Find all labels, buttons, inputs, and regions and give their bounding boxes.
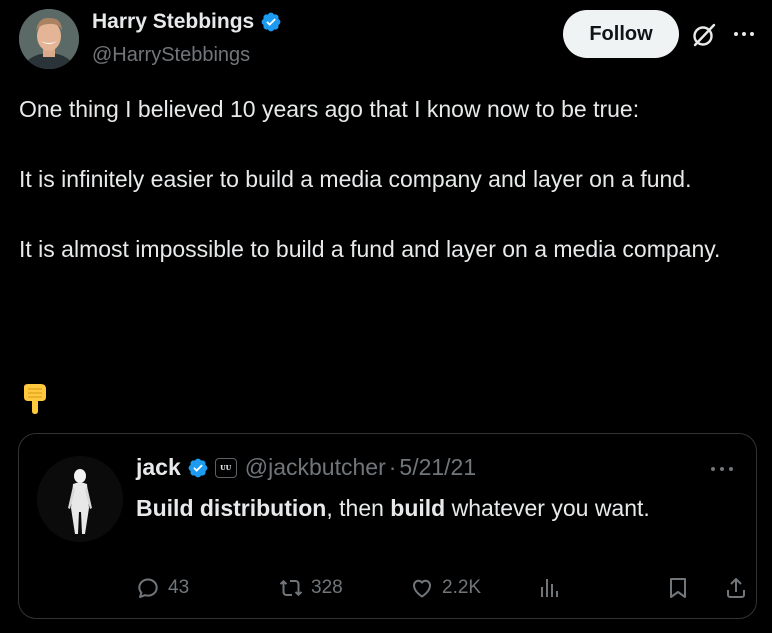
quoted-tweet-date[interactable]: 5/21/21 [399,454,476,481]
like-count: 2.2K [442,577,482,598]
reply-button[interactable]: 43 [136,576,189,600]
follow-button[interactable]: Follow [563,10,679,58]
quoted-tweet-card[interactable]: jack ᴜᴜ @jackbutcher · 5/21/21 Build dis… [18,433,757,619]
quoted-text-normal: whatever you want. [445,495,650,521]
tweet-text: One thing I believed 10 years ago that I… [19,92,749,267]
quoted-author-name[interactable]: jack [136,454,181,481]
tweet-paragraph: One thing I believed 10 years ago that I… [19,96,640,122]
quoted-author-avatar-image [37,456,123,542]
quoted-author-avatar[interactable] [37,456,123,542]
bookmark-icon [670,578,686,598]
share-button[interactable] [724,576,748,600]
quoted-action-bar: 43 328 2.2K [136,576,745,606]
affiliate-badge[interactable]: ᴜᴜ [214,457,237,478]
reply-count: 43 [168,577,190,598]
author-avatar-image [19,9,79,69]
author-name[interactable]: Harry Stebbings [92,10,254,34]
quoted-tweet-text: Build distribution, then build whatever … [136,490,736,527]
views-chart-icon [541,579,558,597]
grok-icon[interactable] [690,21,718,49]
verified-badge-icon [261,12,281,32]
tweet-paragraph: It is infinitely easier to build a media… [19,166,692,192]
bookmark-button[interactable] [666,576,690,600]
quoted-author-handle[interactable]: @jackbutcher [245,454,386,481]
repost-icon [279,579,303,597]
quoted-more-options-icon[interactable] [708,464,736,474]
quoted-text-bold: build [390,495,446,521]
views-button[interactable] [538,576,562,600]
repost-count: 328 [311,577,343,598]
quoted-text-bold: Build distribution [136,495,327,521]
author-handle[interactable]: @HarryStebbings [92,44,250,67]
more-options-icon[interactable] [731,24,757,44]
verified-badge-icon [188,458,208,477]
pointing-down-emoji-icon [24,384,46,414]
like-button[interactable]: 2.2K [410,576,481,600]
reply-icon [138,578,158,598]
share-icon [727,578,745,598]
quoted-text-normal: , then [326,495,391,521]
repost-button[interactable]: 328 [279,576,343,600]
header-separator: · [388,454,397,480]
tweet-paragraph: It is almost impossible to build a fund … [19,236,721,262]
author-avatar[interactable] [19,9,79,69]
author-name-row[interactable]: Harry Stebbings [92,10,282,34]
heart-icon [413,579,431,598]
quoted-header: jack ᴜᴜ @jackbutcher · 5/21/21 [136,454,476,481]
